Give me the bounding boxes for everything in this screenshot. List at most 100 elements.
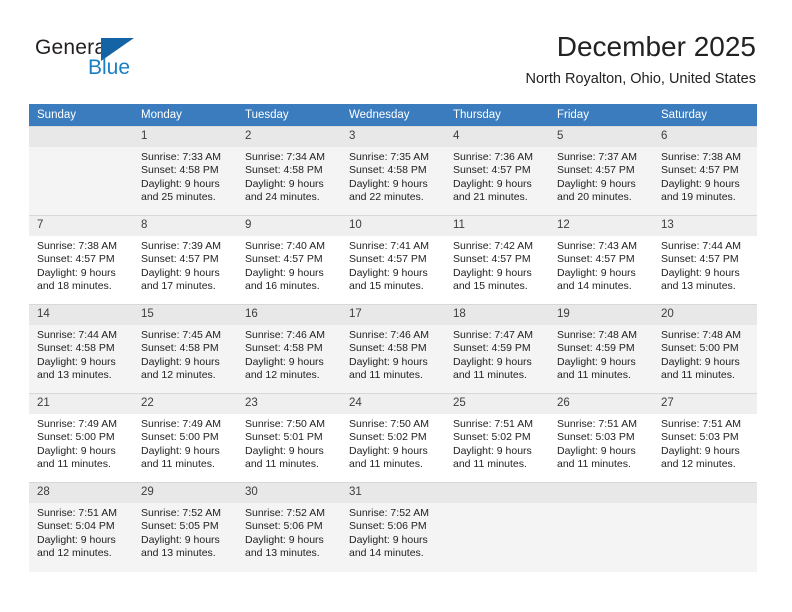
daylight-text-line2: and 11 minutes.	[453, 369, 527, 382]
location-subtitle: North Royalton, Ohio, United States	[525, 71, 756, 87]
sunrise-text: Sunrise: 7:39 AM	[141, 240, 221, 252]
daylight-text-line2: and 11 minutes.	[349, 458, 423, 471]
calendar-day-cell[interactable]: 15 Sunrise: 7:45 AM Sunset: 4:58 PM Dayligh…	[133, 304, 237, 394]
daylight-text-line1: Daylight: 9 hours	[661, 444, 740, 457]
calendar-day-cell[interactable]: 30 Sunrise: 7:52 AM Sunset: 5:06 PM Dayligh…	[237, 482, 341, 572]
calendar-day-cell[interactable]: 31 Sunrise: 7:52 AM Sunset: 5:06 PM Dayligh…	[341, 482, 445, 572]
daylight-text-line2: and 13 minutes.	[141, 547, 216, 560]
daylight-text-line1: Daylight: 9 hours	[141, 444, 220, 457]
weekday-header-monday: Monday	[133, 104, 237, 127]
daylight-text-line1: Daylight: 9 hours	[349, 533, 428, 546]
daylight-text-line1: Daylight: 9 hours	[349, 355, 428, 368]
sunset-text: Sunset: 4:57 PM	[141, 253, 219, 266]
day-number: 25	[445, 394, 549, 414]
weekday-header-wednesday: Wednesday	[341, 104, 445, 127]
day-sun-info: Sunrise: 7:39 AM Sunset: 4:57 PM Daylight:…	[133, 236, 237, 294]
day-sun-info: Sunrise: 7:38 AM Sunset: 4:57 PM Daylight:…	[653, 147, 757, 205]
daylight-text-line1: Daylight: 9 hours	[661, 355, 740, 368]
calendar-day-cell[interactable]: 22 Sunrise: 7:49 AM Sunset: 5:00 PM Dayligh…	[133, 393, 237, 483]
daylight-text-line2: and 16 minutes.	[245, 280, 320, 293]
day-sun-info: Sunrise: 7:52 AM Sunset: 5:05 PM Daylight:…	[133, 503, 237, 561]
sunset-text: Sunset: 5:06 PM	[245, 520, 323, 533]
daylight-text-line2: and 25 minutes.	[141, 191, 216, 204]
daylight-text-line2: and 14 minutes.	[349, 547, 424, 560]
daylight-text-line1: Daylight: 9 hours	[349, 444, 428, 457]
day-number	[653, 483, 757, 503]
calendar-day-cell[interactable]: 27 Sunrise: 7:51 AM Sunset: 5:03 PM Dayligh…	[653, 393, 757, 483]
sunset-text: Sunset: 4:59 PM	[453, 342, 531, 355]
calendar-day-cell[interactable]: 19 Sunrise: 7:48 AM Sunset: 4:59 PM Dayligh…	[549, 304, 653, 394]
daylight-text-line2: and 14 minutes.	[557, 280, 632, 293]
calendar-day-cell[interactable]: 17 Sunrise: 7:46 AM Sunset: 4:58 PM Dayligh…	[341, 304, 445, 394]
calendar-day-cell[interactable]: 29 Sunrise: 7:52 AM Sunset: 5:05 PM Dayligh…	[133, 482, 237, 572]
day-sun-info: Sunrise: 7:52 AM Sunset: 5:06 PM Daylight:…	[341, 503, 445, 561]
day-sun-info: Sunrise: 7:51 AM Sunset: 5:03 PM Daylight:…	[653, 414, 757, 472]
daylight-text-line2: and 24 minutes.	[245, 191, 320, 204]
calendar-day-cell[interactable]: 12 Sunrise: 7:43 AM Sunset: 4:57 PM Dayligh…	[549, 215, 653, 305]
sunrise-text: Sunrise: 7:50 AM	[349, 418, 429, 430]
sunset-text: Sunset: 5:02 PM	[453, 431, 531, 444]
sunrise-text: Sunrise: 7:35 AM	[349, 151, 429, 163]
day-sun-info: Sunrise: 7:45 AM Sunset: 4:58 PM Daylight:…	[133, 325, 237, 383]
day-number: 21	[29, 394, 133, 414]
day-sun-info: Sunrise: 7:33 AM Sunset: 4:58 PM Daylight:…	[133, 147, 237, 205]
daylight-text-line1: Daylight: 9 hours	[349, 266, 428, 279]
day-number: 19	[549, 305, 653, 325]
sunrise-text: Sunrise: 7:33 AM	[141, 151, 221, 163]
calendar-day-cell[interactable]: 6 Sunrise: 7:38 AM Sunset: 4:57 PM Daylight…	[653, 126, 757, 216]
day-sun-info: Sunrise: 7:48 AM Sunset: 5:00 PM Daylight:…	[653, 325, 757, 383]
day-number: 15	[133, 305, 237, 325]
sunset-text: Sunset: 4:58 PM	[245, 164, 323, 177]
day-sun-info: Sunrise: 7:41 AM Sunset: 4:57 PM Daylight:…	[341, 236, 445, 294]
title-block: December 2025 North Royalton, Ohio, Unit…	[525, 30, 756, 88]
calendar-day-cell[interactable]: 21 Sunrise: 7:49 AM Sunset: 5:00 PM Dayligh…	[29, 393, 133, 483]
calendar-day-cell[interactable]: 16 Sunrise: 7:46 AM Sunset: 4:58 PM Dayligh…	[237, 304, 341, 394]
sunset-text: Sunset: 4:57 PM	[661, 164, 739, 177]
calendar-week-row: 28 Sunrise: 7:51 AM Sunset: 5:04 PM Dayligh…	[29, 482, 757, 572]
calendar-day-cell[interactable]: 7 Sunrise: 7:38 AM Sunset: 4:57 PM Daylight…	[29, 215, 133, 305]
daylight-text-line2: and 12 minutes.	[141, 369, 216, 382]
calendar-day-cell[interactable]: 25 Sunrise: 7:51 AM Sunset: 5:02 PM Dayligh…	[445, 393, 549, 483]
daylight-text-line2: and 11 minutes.	[557, 369, 631, 382]
calendar-day-cell[interactable]: 23 Sunrise: 7:50 AM Sunset: 5:01 PM Dayligh…	[237, 393, 341, 483]
calendar-day-cell[interactable]: 4 Sunrise: 7:36 AM Sunset: 4:57 PM Daylight…	[445, 126, 549, 216]
calendar-day-cell[interactable]: 26 Sunrise: 7:51 AM Sunset: 5:03 PM Dayligh…	[549, 393, 653, 483]
calendar-day-cell[interactable]: 14 Sunrise: 7:44 AM Sunset: 4:58 PM Dayligh…	[29, 304, 133, 394]
weekday-header-thursday: Thursday	[445, 104, 549, 127]
sunset-text: Sunset: 4:59 PM	[557, 342, 635, 355]
day-number	[549, 483, 653, 503]
calendar-day-cell[interactable]: 3 Sunrise: 7:35 AM Sunset: 4:58 PM Daylight…	[341, 126, 445, 216]
calendar-day-cell[interactable]: 18 Sunrise: 7:47 AM Sunset: 4:59 PM Dayligh…	[445, 304, 549, 394]
calendar-week-row: 1 Sunrise: 7:33 AM Sunset: 4:58 PM Daylight…	[29, 126, 757, 216]
calendar-day-cell[interactable]: 10 Sunrise: 7:41 AM Sunset: 4:57 PM Dayligh…	[341, 215, 445, 305]
day-number: 24	[341, 394, 445, 414]
day-number: 8	[133, 216, 237, 236]
sunrise-text: Sunrise: 7:51 AM	[453, 418, 533, 430]
calendar-day-cell[interactable]: 2 Sunrise: 7:34 AM Sunset: 4:58 PM Daylight…	[237, 126, 341, 216]
calendar-day-cell[interactable]: 13 Sunrise: 7:44 AM Sunset: 4:57 PM Dayligh…	[653, 215, 757, 305]
calendar-day-cell[interactable]: 20 Sunrise: 7:48 AM Sunset: 5:00 PM Dayligh…	[653, 304, 757, 394]
daylight-text-line1: Daylight: 9 hours	[557, 355, 636, 368]
calendar-day-cell[interactable]: 28 Sunrise: 7:51 AM Sunset: 5:04 PM Dayligh…	[29, 482, 133, 572]
day-sun-info: Sunrise: 7:38 AM Sunset: 4:57 PM Daylight:…	[29, 236, 133, 294]
calendar-day-cell[interactable]: 8 Sunrise: 7:39 AM Sunset: 4:57 PM Daylight…	[133, 215, 237, 305]
sunset-text: Sunset: 4:58 PM	[349, 164, 427, 177]
calendar-day-cell[interactable]: 9 Sunrise: 7:40 AM Sunset: 4:57 PM Daylight…	[237, 215, 341, 305]
day-sun-info: Sunrise: 7:50 AM Sunset: 5:02 PM Daylight:…	[341, 414, 445, 472]
daylight-text-line2: and 11 minutes.	[245, 458, 319, 471]
calendar-day-cell[interactable]: 24 Sunrise: 7:50 AM Sunset: 5:02 PM Dayligh…	[341, 393, 445, 483]
day-number: 29	[133, 483, 237, 503]
calendar-day-cell[interactable]: 5 Sunrise: 7:37 AM Sunset: 4:57 PM Daylight…	[549, 126, 653, 216]
general-blue-logo[interactable]: General Blue	[35, 36, 165, 84]
calendar-day-cell[interactable]: 11 Sunrise: 7:42 AM Sunset: 4:57 PM Dayligh…	[445, 215, 549, 305]
sunrise-text: Sunrise: 7:51 AM	[37, 507, 117, 519]
daylight-text-line2: and 11 minutes.	[557, 458, 631, 471]
day-number: 26	[549, 394, 653, 414]
sunset-text: Sunset: 5:02 PM	[349, 431, 427, 444]
sunrise-text: Sunrise: 7:46 AM	[245, 329, 325, 341]
sunrise-text: Sunrise: 7:47 AM	[453, 329, 533, 341]
daylight-text-line2: and 15 minutes.	[349, 280, 424, 293]
calendar-day-cell[interactable]: 1 Sunrise: 7:33 AM Sunset: 4:58 PM Daylight…	[133, 126, 237, 216]
daylight-text-line1: Daylight: 9 hours	[37, 533, 116, 546]
daylight-text-line1: Daylight: 9 hours	[661, 266, 740, 279]
